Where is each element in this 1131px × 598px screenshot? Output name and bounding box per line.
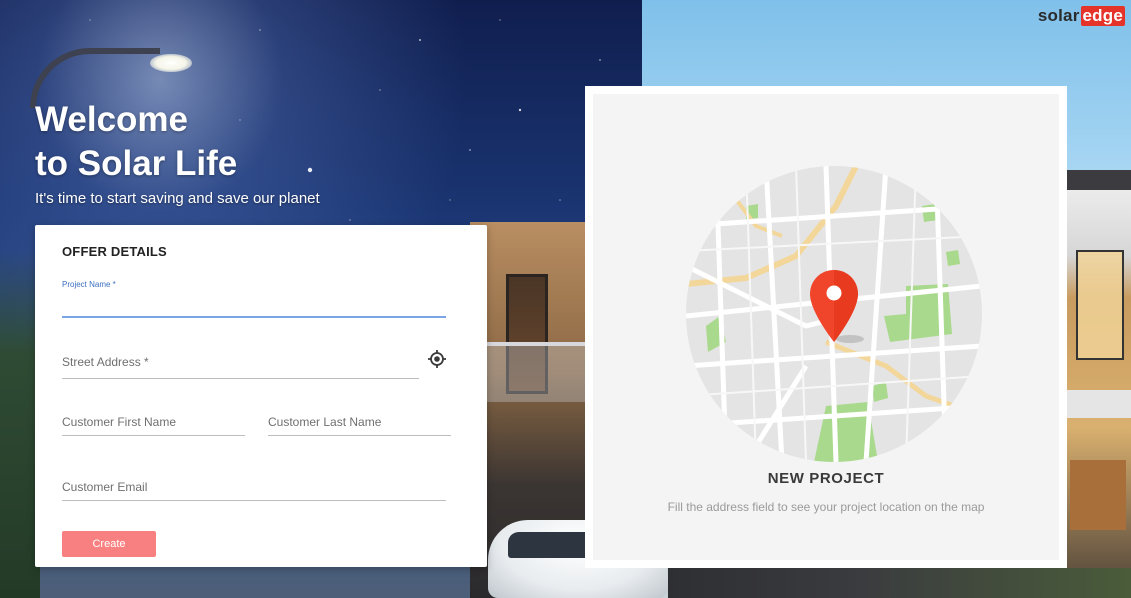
map-preview-panel: NEW PROJECT Fill the address field to se… bbox=[585, 86, 1067, 568]
form-title: OFFER DETAILS bbox=[62, 244, 167, 259]
hero-title: Welcome to Solar Life bbox=[35, 100, 238, 183]
logo-text-edge: edge bbox=[1080, 6, 1125, 26]
logo-text-solar: solar bbox=[1037, 6, 1080, 25]
my-location-icon[interactable] bbox=[427, 349, 447, 369]
create-button[interactable]: Create bbox=[62, 531, 156, 557]
street-lamp-light bbox=[150, 54, 192, 72]
customer-email-field[interactable]: Customer Email bbox=[62, 478, 446, 501]
project-name-input[interactable] bbox=[62, 301, 446, 315]
customer-email-input[interactable] bbox=[62, 484, 446, 498]
house-window bbox=[1076, 250, 1124, 360]
customer-first-name-input[interactable] bbox=[62, 419, 245, 433]
house-roof bbox=[1066, 170, 1131, 190]
customer-first-name-field[interactable]: Customer First Name bbox=[62, 413, 245, 436]
street-address-underline bbox=[62, 378, 419, 379]
offer-details-form: OFFER DETAILS Project Name * Street Addr… bbox=[35, 225, 487, 567]
hero-subtitle: It's time to start saving and save our p… bbox=[35, 190, 320, 207]
house-lower-wall bbox=[1070, 460, 1126, 530]
house-slab bbox=[1066, 390, 1131, 418]
customer-email-underline bbox=[62, 500, 446, 501]
customer-last-name-underline bbox=[268, 435, 451, 436]
project-name-label: Project Name * bbox=[62, 280, 116, 289]
customer-last-name-field[interactable]: Customer Last Name bbox=[268, 413, 451, 436]
street-address-field[interactable]: Street Address * bbox=[62, 353, 419, 379]
house-right bbox=[1066, 170, 1131, 598]
customer-last-name-input[interactable] bbox=[268, 419, 451, 433]
customer-first-name-underline bbox=[62, 435, 245, 436]
trees bbox=[0, 250, 40, 598]
project-name-underline bbox=[62, 316, 446, 318]
map-illustration bbox=[686, 166, 982, 462]
ground bbox=[668, 568, 1131, 598]
project-name-field[interactable]: Project Name * bbox=[62, 280, 446, 318]
solaredge-logo: solar edge bbox=[1038, 6, 1125, 26]
new-project-title: NEW PROJECT bbox=[767, 470, 885, 487]
street-address-input[interactable] bbox=[62, 362, 419, 376]
map-placeholder: NEW PROJECT Fill the address field to se… bbox=[593, 94, 1059, 560]
new-project-hint: Fill the address field to see your proje… bbox=[667, 500, 985, 514]
